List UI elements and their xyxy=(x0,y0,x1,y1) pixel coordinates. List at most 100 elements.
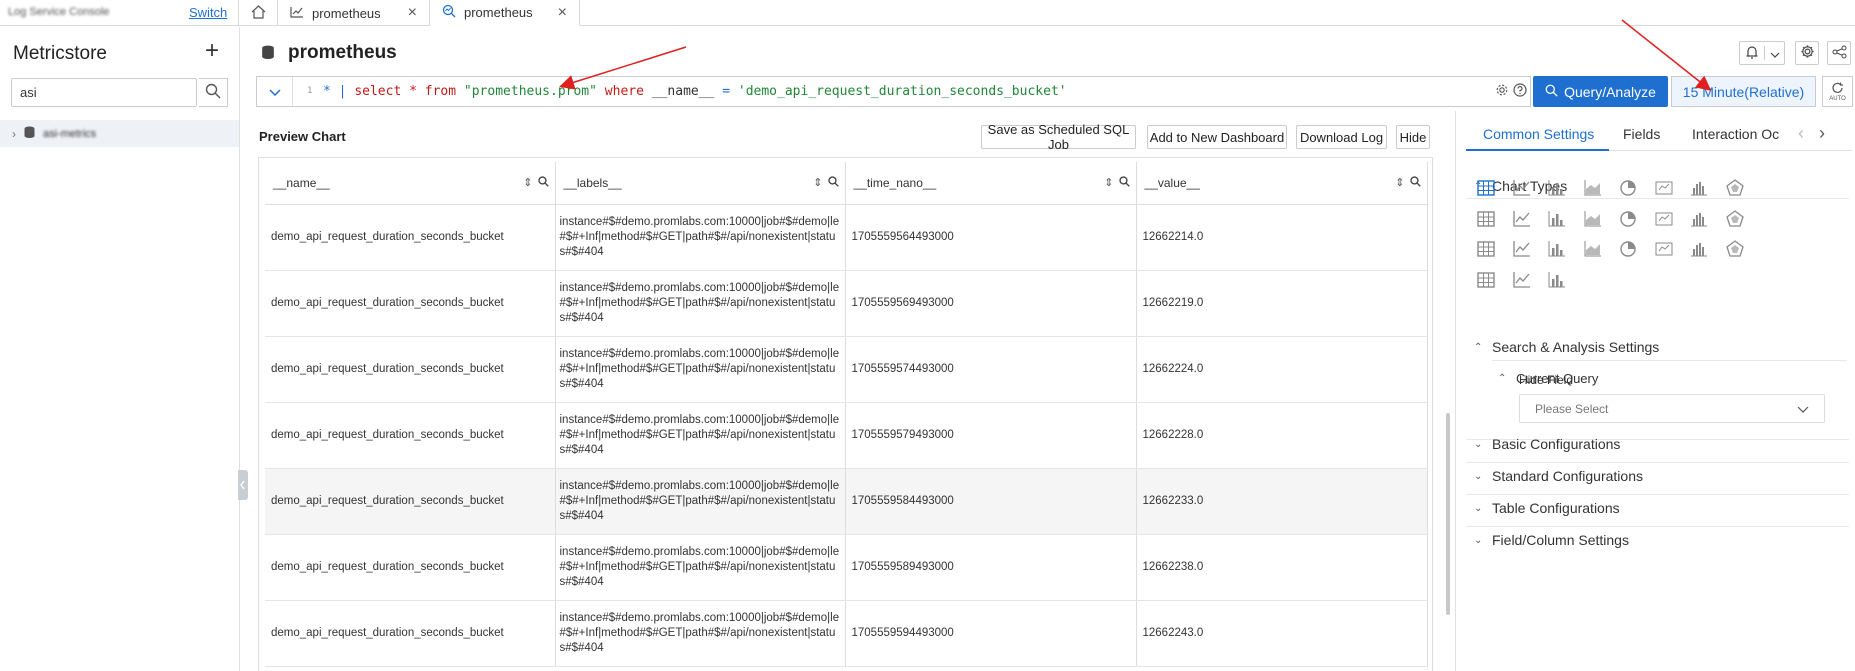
share-icon xyxy=(1832,45,1847,62)
sort-icon[interactable]: ⇕ xyxy=(1104,176,1113,190)
save-scheduled-sql-button[interactable]: Save as Scheduled SQL Job xyxy=(981,122,1136,152)
search-icon[interactable] xyxy=(537,176,549,190)
sankey-icon[interactable] xyxy=(1474,238,1498,260)
sidebar-search-input[interactable] xyxy=(11,78,197,107)
hide-field-select[interactable]: Please Select xyxy=(1519,394,1825,423)
scatter-icon[interactable] xyxy=(1510,208,1534,230)
table-pro-icon[interactable] xyxy=(1474,177,1498,199)
single-value-icon[interactable] xyxy=(1652,177,1676,199)
map-icon[interactable] xyxy=(1616,208,1640,230)
home-icon xyxy=(251,4,266,22)
divider xyxy=(1466,526,1849,527)
query-editor[interactable]: 1 * | select * from "prometheus.prom" wh… xyxy=(256,76,1531,107)
heatmap-icon[interactable] xyxy=(1510,269,1534,291)
area-icon[interactable] xyxy=(1581,177,1605,199)
section-basic[interactable]: ⌄ Basic Configurations xyxy=(1474,436,1620,452)
switch-link[interactable]: Switch xyxy=(189,5,227,20)
search-button[interactable] xyxy=(199,78,228,107)
chevron-left-icon[interactable]: ‹ xyxy=(1798,123,1804,144)
funnel-icon[interactable] xyxy=(1581,238,1605,260)
pie-icon[interactable] xyxy=(1616,177,1640,199)
query-token: 'demo_api_request_duration_seconds_bucke… xyxy=(737,84,1067,99)
map-pin-icon[interactable] xyxy=(1474,269,1498,291)
share-button[interactable] xyxy=(1827,41,1851,65)
bar-icon[interactable] xyxy=(1545,177,1569,199)
chevron-right-icon[interactable]: › xyxy=(12,127,16,141)
column-header[interactable]: __labels__ ⇕ xyxy=(555,162,846,205)
close-icon[interactable]: × xyxy=(408,4,417,22)
tab-interaction[interactable]: Interaction Oc xyxy=(1692,126,1782,142)
world-map-icon[interactable] xyxy=(1581,208,1605,230)
hide-button[interactable]: Hide xyxy=(1396,125,1430,149)
auto-label: AUTO xyxy=(1829,95,1846,102)
chevron-up-icon: ⌃ xyxy=(1474,341,1483,353)
search-icon[interactable] xyxy=(1409,176,1421,190)
sidebar-collapse-handle[interactable] xyxy=(238,470,248,500)
bar-stacked-icon[interactable] xyxy=(1652,238,1676,260)
column-header[interactable]: __value__ ⇕ xyxy=(1136,162,1428,205)
tab-prometheus-query[interactable]: prometheus × xyxy=(430,0,580,26)
china-map-icon[interactable] xyxy=(1545,208,1569,230)
tree-item[interactable]: › asi-metrics xyxy=(0,120,239,147)
section-standard[interactable]: ⌄ Standard Configurations xyxy=(1474,468,1643,484)
add-dashboard-button[interactable]: Add to New Dashboard xyxy=(1147,125,1287,149)
home-tab[interactable] xyxy=(238,0,278,26)
download-log-button[interactable]: Download Log xyxy=(1296,125,1387,149)
line-icon[interactable] xyxy=(1510,177,1534,199)
auto-refresh-button[interactable]: AUTO xyxy=(1822,76,1853,107)
column-icon[interactable] xyxy=(1616,238,1640,260)
section-label: Search & Analysis Settings xyxy=(1492,339,1660,355)
cell-labels: instance#$#demo.promlabs.com:10000|job#$… xyxy=(555,402,846,469)
brand-label: Log Service Console xyxy=(8,6,110,18)
sort-icon[interactable]: ⇕ xyxy=(1395,176,1404,190)
section-field-column[interactable]: ⌄ Field/Column Settings xyxy=(1474,532,1629,548)
search-icon[interactable] xyxy=(827,176,839,190)
word-cloud-icon[interactable] xyxy=(1510,238,1534,260)
cell-value: 12662238.0 xyxy=(1136,534,1428,601)
tab-prometheus-metrics[interactable]: prometheus × xyxy=(278,0,430,26)
candlestick-icon[interactable] xyxy=(1545,269,1569,291)
section-label: Standard Configurations xyxy=(1492,468,1643,484)
divider xyxy=(1492,360,1847,361)
tab-common-settings[interactable]: Common Settings xyxy=(1483,126,1594,142)
table-row: demo_api_request_duration_seconds_bucket… xyxy=(265,600,1428,667)
chevron-down-icon: ⌄ xyxy=(1474,470,1483,482)
cell-time: 1705559569493000 xyxy=(845,270,1137,337)
progress-icon[interactable] xyxy=(1687,208,1711,230)
map-bubble-icon[interactable] xyxy=(1652,208,1676,230)
expand-query-button[interactable] xyxy=(257,77,293,106)
query-analyze-button[interactable]: Query/Analyze xyxy=(1533,76,1668,107)
chevron-down-icon xyxy=(1797,402,1809,416)
chevron-right-icon[interactable]: › xyxy=(1819,123,1825,144)
gauge-list-icon[interactable] xyxy=(1687,238,1711,260)
sort-icon[interactable]: ⇕ xyxy=(523,176,532,190)
tab-fields[interactable]: Fields xyxy=(1623,126,1660,142)
search-icon[interactable] xyxy=(1118,176,1130,190)
table-scrollbar[interactable] xyxy=(1446,413,1450,615)
topology-icon[interactable] xyxy=(1723,238,1747,260)
table-icon[interactable] xyxy=(1474,208,1498,230)
time-range-picker[interactable]: 15 Minute(Relative) xyxy=(1671,76,1816,107)
bell-icon xyxy=(1745,45,1759,62)
flow-icon[interactable] xyxy=(1723,208,1747,230)
close-icon[interactable]: × xyxy=(558,4,567,22)
radar-icon[interactable] xyxy=(1723,177,1747,199)
sort-icon[interactable]: ⇕ xyxy=(813,176,822,190)
column-header[interactable]: __name__ ⇕ xyxy=(265,162,556,205)
section-table-config[interactable]: ⌄ Table Configurations xyxy=(1474,500,1620,516)
cell-value: 12662214.0 xyxy=(1136,204,1428,271)
column-header[interactable]: __time_nano__ ⇕ xyxy=(845,162,1137,205)
query-analyze-label: Query/Analyze xyxy=(1564,83,1656,100)
cell-value: 12662219.0 xyxy=(1136,270,1428,337)
histogram-icon[interactable] xyxy=(1687,177,1711,199)
query-token: * xyxy=(409,84,417,99)
chevron-down-icon: ⌄ xyxy=(1474,534,1483,546)
alert-dropdown-button[interactable] xyxy=(1739,41,1785,65)
query-settings-icon[interactable] xyxy=(1495,83,1509,100)
add-icon[interactable]: + xyxy=(205,37,219,65)
settings-button[interactable] xyxy=(1795,41,1819,65)
treemap-icon[interactable] xyxy=(1545,238,1569,260)
section-search-analysis[interactable]: ⌃ Search & Analysis Settings xyxy=(1474,339,1659,355)
query-text[interactable]: * | select * from "prometheus.prom" wher… xyxy=(323,84,1067,99)
help-icon[interactable] xyxy=(1513,83,1527,100)
